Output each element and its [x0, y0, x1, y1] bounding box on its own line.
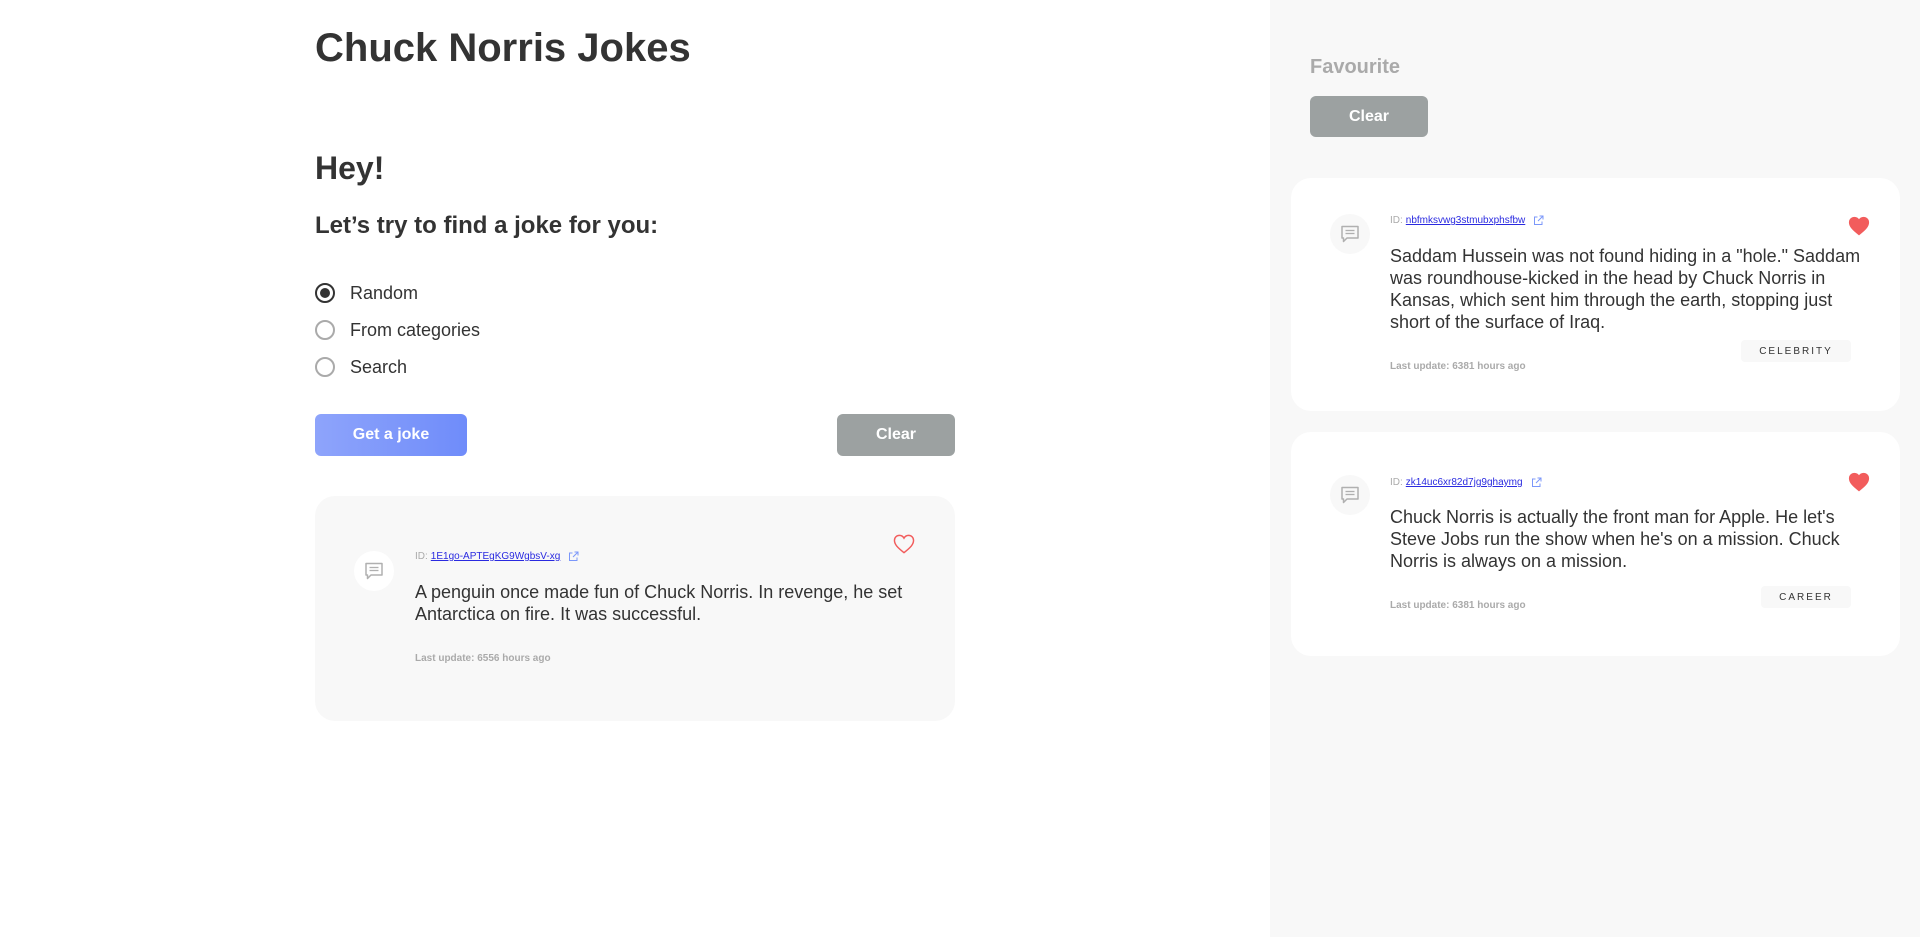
joke-last-update: Last update: 6381 hours ago [1390, 361, 1526, 372]
get-joke-button[interactable]: Get a joke [315, 414, 467, 456]
joke-id: ID: 1E1go-APTEgKG9WgbsV-xg [415, 551, 579, 562]
heart-filled-icon[interactable] [1848, 472, 1870, 492]
radio-circle-checked[interactable] [315, 283, 335, 303]
joke-text: Chuck Norris is actually the front man f… [1390, 507, 1840, 571]
joke-text: A penguin once made fun of Chuck Norris.… [415, 582, 903, 624]
radio-random[interactable]: Random [315, 281, 418, 305]
comment-badge [354, 551, 394, 591]
joke-id-link[interactable]: nbfmksvwg3stmubxphsfbw [1406, 215, 1526, 226]
radio-circle-unchecked[interactable] [315, 357, 335, 377]
radio-label-from-categories: From categories [350, 319, 481, 340]
external-link-icon[interactable] [1531, 477, 1542, 488]
favourites-clear-button[interactable]: Clear [1310, 96, 1428, 137]
radio-search[interactable]: Search [315, 355, 407, 379]
comment-icon [1341, 225, 1359, 243]
joke-id-label: ID: [1390, 477, 1403, 488]
radio-label-random: Random [350, 282, 419, 303]
joke-card: ID: 1E1go-APTEgKG9WgbsV-xg A penguin onc… [315, 496, 955, 721]
clear-button[interactable]: Clear [837, 414, 955, 456]
comment-icon [365, 562, 383, 580]
comment-badge [1330, 214, 1370, 254]
radio-label-search: Search [350, 356, 408, 377]
app-title: Chuck Norris Jokes [315, 26, 691, 70]
heart-filled-icon[interactable] [1848, 216, 1870, 236]
category-tag: CAREER [1761, 586, 1851, 608]
main-content: Chuck Norris Jokes Hey! Let’s try to fin… [0, 0, 1270, 937]
joke-last-update: Last update: 6381 hours ago [1390, 600, 1526, 611]
joke-last-update: Last update: 6556 hours ago [415, 653, 551, 664]
radio-from-categories[interactable]: From categories [315, 318, 480, 342]
joke-id: ID: zk14uc6xr82d7jg9ghaymg [1390, 477, 1542, 488]
favourites-title: Favourite [1310, 56, 1401, 78]
favourite-card: ID: nbfmksvwg3stmubxphsfbw Saddam Hussei… [1291, 178, 1900, 411]
external-link-icon[interactable] [1533, 215, 1544, 226]
joke-id-link[interactable]: zk14uc6xr82d7jg9ghaymg [1406, 477, 1523, 488]
external-link-icon[interactable] [568, 551, 579, 562]
radio-circle-unchecked[interactable] [315, 320, 335, 340]
joke-id-label: ID: [415, 551, 428, 562]
joke-id-link[interactable]: 1E1go-APTEgKG9WgbsV-xg [431, 551, 561, 562]
subtitle: Let’s try to find a joke for you: [315, 212, 659, 239]
favourite-card: ID: zk14uc6xr82d7jg9ghaymg Chuck Norris … [1291, 432, 1900, 656]
greeting-heading: Hey! [315, 150, 385, 186]
joke-id-label: ID: [1390, 215, 1403, 226]
joke-text: Saddam Hussein was not found hiding in a… [1390, 246, 1861, 332]
comment-icon [1341, 486, 1359, 504]
joke-id: ID: nbfmksvwg3stmubxphsfbw [1390, 215, 1544, 226]
comment-badge [1330, 475, 1370, 515]
heart-outline-icon[interactable] [893, 534, 915, 554]
category-tag: CELEBRITY [1741, 340, 1851, 362]
